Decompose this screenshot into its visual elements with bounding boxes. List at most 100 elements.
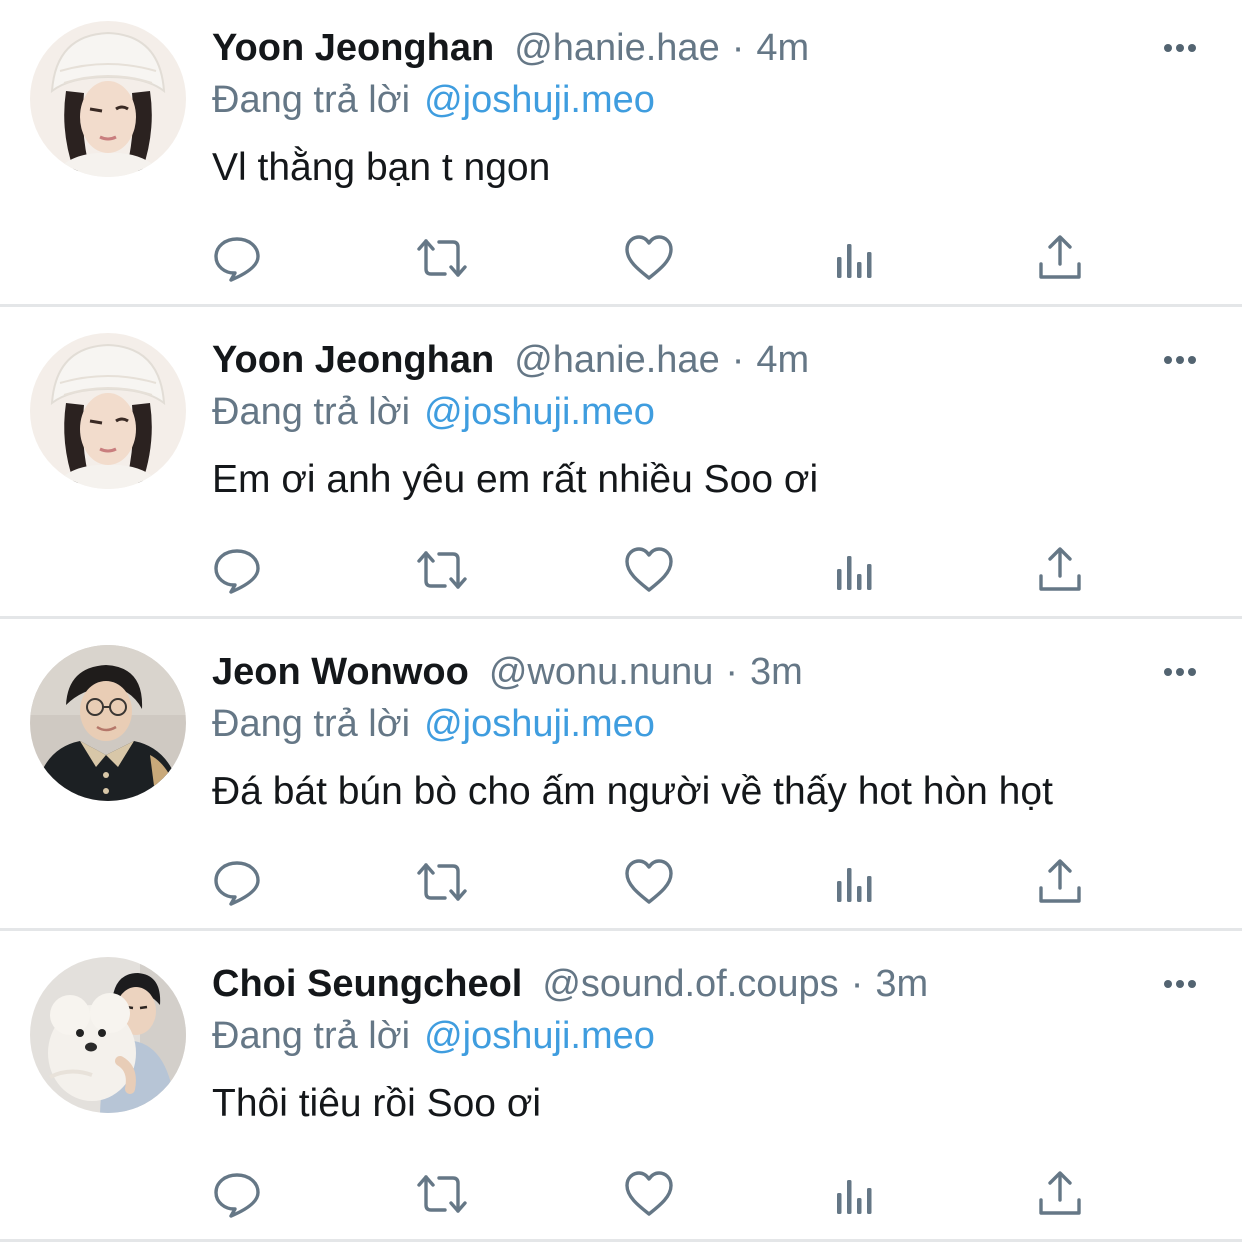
reply-icon (214, 237, 260, 282)
timestamp[interactable]: 4m (756, 27, 809, 69)
replying-to-line: Đang trả lời @joshuji.meo (212, 700, 655, 748)
more-dot (1188, 44, 1196, 52)
analytics-button[interactable] (830, 1168, 882, 1220)
timestamp[interactable]: 4m (756, 339, 809, 381)
replying-to-line: Đang trả lời @joshuji.meo (212, 388, 655, 436)
reply-button[interactable] (211, 544, 263, 596)
mention-link[interactable]: @joshuji.meo (424, 79, 655, 121)
avatar-with-white-dog[interactable] (30, 957, 186, 1113)
replying-label: Đang trả lời (212, 391, 411, 433)
share-icon (1039, 859, 1081, 903)
user-handle[interactable]: @hanie.hae (514, 339, 720, 381)
analytics-button[interactable] (830, 544, 882, 596)
replying-label: Đang trả lời (212, 1015, 411, 1057)
share-button[interactable] (1034, 232, 1086, 284)
analytics-icon (837, 244, 872, 278)
analytics-button[interactable] (830, 856, 882, 908)
tweet[interactable]: Jeon Wonwoo @wonu.nunu · 3m Đang trả lời @jo… (0, 624, 1242, 936)
more-dot (1188, 668, 1196, 676)
more-options-button[interactable] (1150, 340, 1210, 380)
share-icon (1039, 1171, 1081, 1215)
share-icon (1039, 235, 1081, 279)
mention-link[interactable]: @joshuji.meo (424, 391, 655, 433)
heart-icon (625, 547, 673, 592)
tweet-header: Choi Seungcheol @sound.of.coups · 3m (212, 960, 928, 1008)
more-dot (1176, 980, 1184, 988)
divider (0, 616, 1242, 619)
more-dot (1164, 668, 1172, 676)
more-dot (1188, 356, 1196, 364)
retweet-button[interactable] (416, 1168, 468, 1220)
analytics-icon (837, 868, 872, 902)
heart-icon (625, 1171, 673, 1216)
more-options-button[interactable] (1150, 964, 1210, 1004)
more-dot (1176, 44, 1184, 52)
heart-icon (625, 235, 673, 280)
reply-icon (214, 861, 260, 906)
replying-label: Đang trả lời (212, 79, 411, 121)
user-handle[interactable]: @hanie.hae (514, 27, 720, 69)
analytics-icon (837, 1180, 872, 1214)
separator-dot: · (731, 339, 745, 381)
display-name[interactable]: Yoon Jeonghan (212, 27, 494, 69)
mention-link[interactable]: @joshuji.meo (424, 703, 655, 745)
tweet-text: Vl thằng bạn t ngon (212, 146, 551, 189)
retweet-icon (417, 551, 467, 589)
like-button[interactable] (623, 1168, 675, 1220)
retweet-button[interactable] (416, 544, 468, 596)
divider (0, 304, 1242, 307)
user-handle[interactable]: @wonu.nunu (489, 651, 714, 693)
separator-dot: · (725, 651, 739, 693)
tweet[interactable]: Choi Seungcheol @sound.of.coups · 3m Đang t… (0, 936, 1242, 1242)
avatar-white-beanie[interactable] (30, 21, 186, 177)
tweet[interactable]: Yoon Jeonghan @hanie.hae · 4m Đang trả lời @… (0, 0, 1242, 312)
reply-button[interactable] (211, 856, 263, 908)
mention-link[interactable]: @joshuji.meo (424, 1015, 655, 1057)
reply-icon (214, 1173, 260, 1218)
more-dot (1188, 980, 1196, 988)
share-button[interactable] (1034, 856, 1086, 908)
reply-feed: Yoon Jeonghan @hanie.hae · 4m Đang trả lời @… (0, 0, 1242, 1242)
tweet-text: Em ơi anh yêu em rất nhiều Soo ơi (212, 458, 819, 501)
heart-icon (625, 859, 673, 904)
reply-icon (214, 549, 260, 594)
separator-dot: · (731, 27, 745, 69)
retweet-icon (417, 863, 467, 901)
tweet[interactable]: Yoon Jeonghan @hanie.hae · 4m Đang trả lời @… (0, 312, 1242, 624)
analytics-button[interactable] (830, 232, 882, 284)
divider (0, 928, 1242, 931)
more-dot (1176, 356, 1184, 364)
like-button[interactable] (623, 544, 675, 596)
analytics-icon (837, 556, 872, 590)
reply-button[interactable] (211, 1168, 263, 1220)
retweet-icon (417, 239, 467, 277)
replying-label: Đang trả lời (212, 703, 411, 745)
retweet-button[interactable] (416, 232, 468, 284)
replying-to-line: Đang trả lời @joshuji.meo (212, 76, 655, 124)
separator-dot: · (850, 963, 864, 1005)
display-name[interactable]: Yoon Jeonghan (212, 339, 494, 381)
more-options-button[interactable] (1150, 28, 1210, 68)
retweet-button[interactable] (416, 856, 468, 908)
more-dot (1164, 44, 1172, 52)
more-options-button[interactable] (1150, 652, 1210, 692)
more-dot (1164, 356, 1172, 364)
display-name[interactable]: Choi Seungcheol (212, 963, 522, 1005)
more-dot (1164, 980, 1172, 988)
reply-button[interactable] (211, 232, 263, 284)
tweet-header: Yoon Jeonghan @hanie.hae · 4m (212, 24, 809, 72)
like-button[interactable] (623, 856, 675, 908)
share-button[interactable] (1034, 544, 1086, 596)
avatar-white-beanie[interactable] (30, 333, 186, 489)
tweet-header: Jeon Wonwoo @wonu.nunu · 3m (212, 648, 803, 696)
more-dot (1176, 668, 1184, 676)
like-button[interactable] (623, 232, 675, 284)
share-button[interactable] (1034, 1168, 1086, 1220)
tweet-text: Đá bát bún bò cho ấm người về thấy hot h… (212, 770, 1053, 813)
user-handle[interactable]: @sound.of.coups (542, 963, 838, 1005)
timestamp[interactable]: 3m (750, 651, 803, 693)
avatar-glasses-jacket[interactable] (30, 645, 186, 801)
timestamp[interactable]: 3m (875, 963, 928, 1005)
display-name[interactable]: Jeon Wonwoo (212, 651, 469, 693)
replying-to-line: Đang trả lời @joshuji.meo (212, 1012, 655, 1060)
